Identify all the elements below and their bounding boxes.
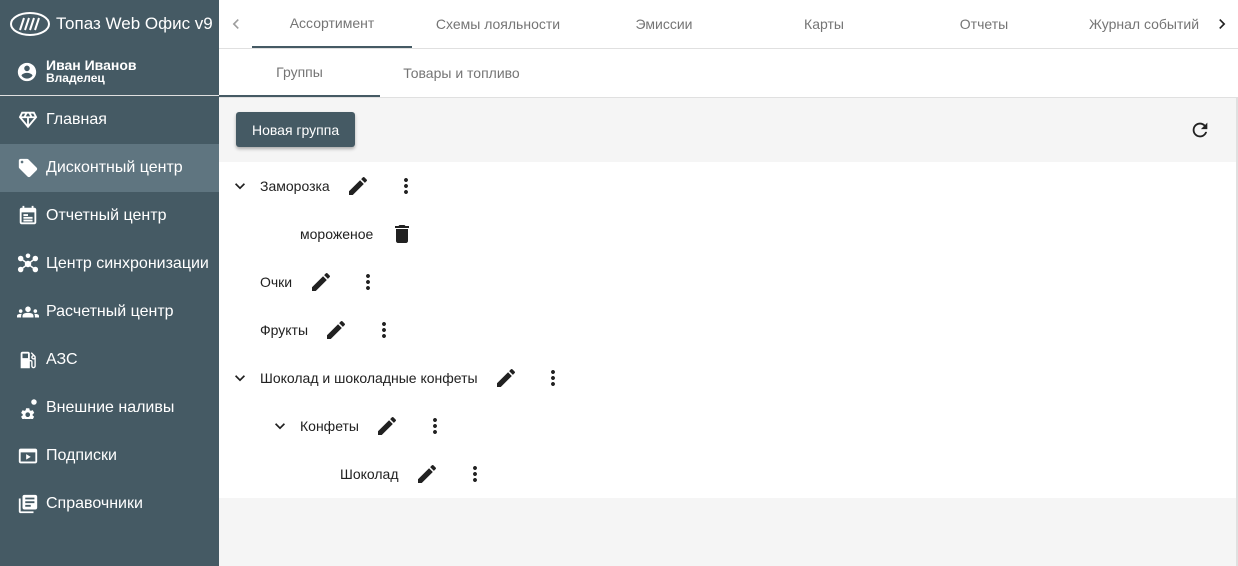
tree-node[interactable]: Шоколад	[219, 450, 1236, 498]
more-vert-icon[interactable]	[394, 174, 418, 198]
sidebar: Топаз Web Офис v9 Иван Иванов Владелец Г…	[0, 0, 219, 566]
sidebar-item-label: Справочники	[46, 495, 143, 512]
tree-node-label: Заморозка	[260, 178, 330, 194]
hub-icon	[17, 253, 39, 275]
tab-3[interactable]: Карты	[744, 0, 904, 48]
top-tabs: Ассортимент Схемы лояльности Эмиссии Карты О…	[219, 0, 1238, 49]
sidebar-item-3[interactable]: Центр синхронизации	[0, 240, 219, 288]
sidebar-item-5[interactable]: АЗС	[0, 336, 219, 384]
subtab-0[interactable]: Группы	[219, 49, 380, 97]
report-icon	[17, 205, 39, 227]
brand[interactable]: Топаз Web Офис v9	[0, 0, 219, 48]
tree-node[interactable]: Очки	[219, 258, 1236, 306]
gear-icon	[17, 397, 39, 419]
tag-icon	[17, 157, 39, 179]
user-role: Владелец	[46, 71, 105, 85]
edit-icon[interactable]	[324, 318, 348, 342]
toolbar: Новая группа	[219, 98, 1238, 162]
more-vert-icon[interactable]	[372, 318, 396, 342]
fuel-station-icon	[17, 349, 39, 371]
tree-node-label: Конфеты	[300, 418, 359, 434]
delete-icon[interactable]	[390, 222, 414, 246]
sidebar-item-7[interactable]: Подписки	[0, 432, 219, 480]
edit-icon[interactable]	[346, 174, 370, 198]
diamond-icon	[17, 109, 39, 131]
tree-node[interactable]: Фрукты	[219, 306, 1236, 354]
tab-1[interactable]: Схемы лояльности	[412, 0, 584, 48]
sidebar-item-label: Центр синхронизации	[46, 255, 209, 272]
tree-node-label: Шоколад и шоколадные конфеты	[260, 370, 478, 386]
tabs-scroll-right-button[interactable]	[1205, 0, 1238, 48]
tree-node[interactable]: мороженое	[219, 210, 1236, 258]
tab-4[interactable]: Отчеты	[904, 0, 1064, 48]
tree-node[interactable]: Заморозка	[219, 162, 1236, 210]
tree-node-label: Шоколад	[340, 466, 399, 482]
subtab-1[interactable]: Товары и топливо	[380, 49, 543, 97]
subscription-icon	[17, 445, 39, 467]
sidebar-item-1[interactable]: Дисконтный центр	[0, 144, 219, 192]
tree-node-label: Очки	[260, 274, 293, 290]
chevron-left-icon	[232, 19, 239, 29]
user-name: Иван Иванов	[46, 57, 137, 73]
group-tree: Заморозка мороженое Очки Фрукты Шоколад и шо…	[219, 162, 1236, 498]
sidebar-item-label: Расчетный центр	[46, 303, 174, 320]
sidebar-item-6[interactable]: Внешние наливы	[0, 384, 219, 432]
edit-icon[interactable]	[415, 462, 439, 486]
more-vert-icon[interactable]	[356, 270, 380, 294]
new-group-button[interactable]: Новая группа	[236, 112, 356, 147]
topaz-logo-icon	[10, 12, 50, 36]
sidebar-item-8[interactable]: Справочники	[0, 480, 219, 528]
user-profile[interactable]: Иван Иванов Владелец	[0, 48, 219, 96]
tabs-scroll-left-button[interactable]	[219, 0, 252, 48]
tree-node-label: мороженое	[300, 226, 374, 242]
sidebar-item-label: Внешние наливы	[46, 399, 175, 416]
library-icon	[17, 493, 39, 515]
tab-0[interactable]: Ассортимент	[252, 0, 412, 48]
edit-icon[interactable]	[375, 414, 399, 438]
sidebar-item-4[interactable]: Расчетный центр	[0, 288, 219, 336]
more-vert-icon[interactable]	[463, 462, 487, 486]
sidebar-item-label: Отчетный центр	[46, 207, 167, 224]
more-vert-icon[interactable]	[541, 366, 565, 390]
sidebar-item-label: АЗС	[46, 351, 78, 368]
chevron-down-icon[interactable]	[230, 176, 250, 196]
tab-2[interactable]: Эмиссии	[584, 0, 744, 48]
more-vert-icon[interactable]	[423, 414, 447, 438]
edit-icon[interactable]	[309, 270, 333, 294]
sidebar-item-label: Главная	[46, 111, 107, 128]
tab-5[interactable]: Журнал событий	[1064, 0, 1224, 48]
sub-tabs: Группы Товары и топливо	[219, 49, 1238, 98]
sidebar-item-2[interactable]: Отчетный центр	[0, 192, 219, 240]
tree-node[interactable]: Шоколад и шоколадные конфеты	[219, 354, 1236, 402]
chevron-down-icon[interactable]	[230, 368, 250, 388]
account-icon	[17, 62, 37, 81]
chevron-right-icon	[1218, 19, 1225, 29]
sidebar-item-0[interactable]: Главная	[0, 96, 219, 144]
chevron-down-icon[interactable]	[270, 416, 290, 436]
sidebar-item-label: Подписки	[46, 447, 117, 464]
people-icon	[17, 301, 39, 323]
app-title: Топаз Web Офис v9	[56, 14, 213, 33]
refresh-icon[interactable]	[1189, 119, 1211, 141]
edit-icon[interactable]	[494, 366, 518, 390]
tree-node[interactable]: Конфеты	[219, 402, 1236, 450]
sidebar-item-label: Дисконтный центр	[46, 159, 183, 176]
tree-node-label: Фрукты	[260, 322, 309, 338]
